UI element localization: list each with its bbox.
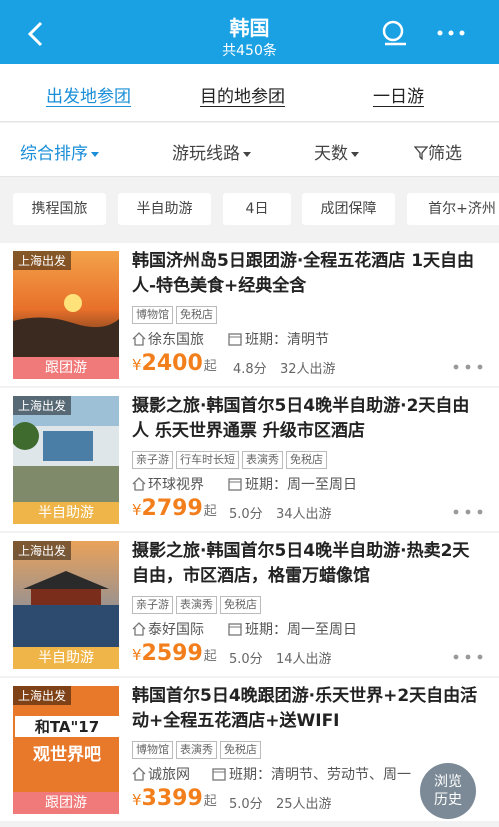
product-thumbnail: 和TA"17 观世界吧 上海出发 跟团游: [13, 686, 119, 814]
result-count: 共450条: [222, 43, 277, 59]
price: ¥2599起: [132, 641, 217, 666]
promo-text: 和TA"17: [15, 716, 119, 737]
feature-badge: 博物馆: [132, 306, 173, 324]
feature-badge: 免税店: [176, 306, 217, 324]
product-thumbnail: 上海出发 半自助游: [13, 541, 119, 669]
product-card[interactable]: 上海出发 跟团游 韩国济州岛5日跟团游·全程五花酒店 1天自由人-特色美食+经典…: [0, 243, 499, 386]
product-thumbnail: 上海出发 跟团游: [13, 251, 119, 379]
filter-bar: 综合排序 游玩线路 天数 筛选: [0, 123, 499, 177]
product-title: 摄影之旅·韩国首尔5日4晚半自助游·热卖2天自由，市区酒店，格雷万蜡像馆: [132, 541, 470, 586]
feature-badge: 亲子游: [132, 596, 173, 614]
category-tabs: 出发地参团 目的地参团 一日游: [0, 64, 499, 122]
origin-label: 上海出发: [13, 251, 72, 270]
schedule: 班期：周一至周日: [228, 619, 357, 639]
chip[interactable]: 4日: [223, 193, 291, 225]
traveler-count: 34人出游: [276, 507, 332, 522]
more-dots-icon[interactable]: [452, 363, 484, 371]
rating: 5.0分: [229, 797, 263, 812]
chip[interactable]: 携程国旅: [13, 193, 106, 225]
chevron-down-icon: [351, 151, 359, 157]
tab-departure-group[interactable]: 出发地参团: [46, 82, 131, 107]
chevron-down-icon: [91, 151, 99, 157]
price: ¥2400起: [132, 351, 217, 376]
screen-filter[interactable]: 筛选: [413, 139, 462, 164]
origin-label: 上海出发: [13, 396, 72, 415]
schedule: 班期：清明节: [228, 329, 329, 349]
rating: 4.8分: [233, 362, 267, 377]
agency: 泰好国际: [132, 619, 204, 639]
badge-list: 博物馆 免税店: [132, 303, 220, 324]
home-icon: [132, 477, 146, 491]
agency: 诚旅网: [132, 764, 190, 784]
origin-label: 上海出发: [13, 686, 72, 705]
calendar-icon: [212, 768, 226, 781]
feature-badge: 行车时长短: [176, 451, 239, 469]
agency: 徐东国旅: [132, 329, 204, 349]
tab-day-trip[interactable]: 一日游: [373, 82, 424, 107]
more-dots-icon[interactable]: [452, 508, 484, 516]
quick-filter-chips: 携程国旅 半自助游 4日 成团保障 首尔+济州: [0, 178, 499, 238]
feature-badge: 免税店: [220, 741, 261, 759]
funnel-icon: [413, 146, 429, 161]
badge-list: 博物馆 表演秀 免税店: [132, 738, 264, 759]
badge-list: 亲子游 行车时长短 表演秀 免税店: [132, 448, 330, 469]
tour-type-tag: 半自助游: [13, 647, 119, 669]
chip[interactable]: 成团保障: [302, 193, 395, 225]
chip[interactable]: 首尔+济州: [407, 193, 499, 225]
search-icon[interactable]: [380, 18, 410, 48]
traveler-count: 32人出游: [280, 362, 336, 377]
chip[interactable]: 半自助游: [118, 193, 211, 225]
product-title: 摄影之旅·韩国首尔5日4晚半自助游·2天自由人 乐天世界通票 升级市区酒店: [132, 396, 470, 441]
product-title: 韩国首尔5日4晚跟团游·乐天世界+2天自由活动+全程五花酒店+送WIFI: [132, 686, 478, 731]
promo-text: 观世界吧: [33, 745, 101, 765]
calendar-icon: [228, 478, 242, 491]
price: ¥2799起: [132, 496, 217, 521]
product-title: 韩国济州岛5日跟团游·全程五花酒店 1天自由人-特色美食+经典全含: [132, 251, 475, 296]
route-filter[interactable]: 游玩线路: [172, 139, 251, 164]
feature-badge: 表演秀: [176, 741, 217, 759]
feature-badge: 博物馆: [132, 741, 173, 759]
home-icon: [132, 332, 146, 346]
feature-badge: 表演秀: [242, 451, 283, 469]
product-card[interactable]: 上海出发 半自助游 摄影之旅·韩国首尔5日4晚半自助游·热卖2天自由，市区酒店，…: [0, 533, 499, 676]
agency: 环球视界: [132, 474, 204, 494]
feature-badge: 亲子游: [132, 451, 173, 469]
price: ¥3399起: [132, 786, 217, 811]
calendar-icon: [228, 333, 242, 346]
top-bar: 韩国 共450条: [0, 0, 499, 64]
feature-badge: 表演秀: [176, 596, 217, 614]
schedule: 班期：清明节、劳动节、周一: [212, 764, 411, 784]
rating: 5.0分: [229, 652, 263, 667]
product-card[interactable]: 上海出发 半自助游 摄影之旅·韩国首尔5日4晚半自助游·2天自由人 乐天世界通票…: [0, 388, 499, 531]
more-dots-icon[interactable]: [452, 653, 484, 661]
home-icon: [132, 622, 146, 636]
calendar-icon: [228, 623, 242, 636]
tab-destination-group[interactable]: 目的地参团: [200, 82, 285, 107]
chevron-down-icon: [243, 151, 251, 157]
schedule: 班期：周一至周日: [228, 474, 357, 494]
origin-label: 上海出发: [13, 541, 72, 560]
product-thumbnail: 上海出发 半自助游: [13, 396, 119, 524]
traveler-count: 14人出游: [276, 652, 332, 667]
days-filter[interactable]: 天数: [314, 139, 359, 164]
browse-history-button[interactable]: 浏览 历史: [420, 763, 476, 819]
tour-type-tag: 跟团游: [13, 792, 119, 814]
sort-filter[interactable]: 综合排序: [20, 139, 99, 164]
feature-badge: 免税店: [220, 596, 261, 614]
traveler-count: 25人出游: [276, 797, 332, 812]
page-title: 韩国: [229, 16, 270, 40]
home-icon: [132, 767, 146, 781]
tour-type-tag: 跟团游: [13, 357, 119, 379]
feature-badge: 免税店: [286, 451, 327, 469]
tour-type-tag: 半自助游: [13, 502, 119, 524]
badge-list: 亲子游 表演秀 免税店: [132, 593, 264, 614]
rating: 5.0分: [229, 507, 263, 522]
more-dots-icon[interactable]: [436, 26, 466, 40]
